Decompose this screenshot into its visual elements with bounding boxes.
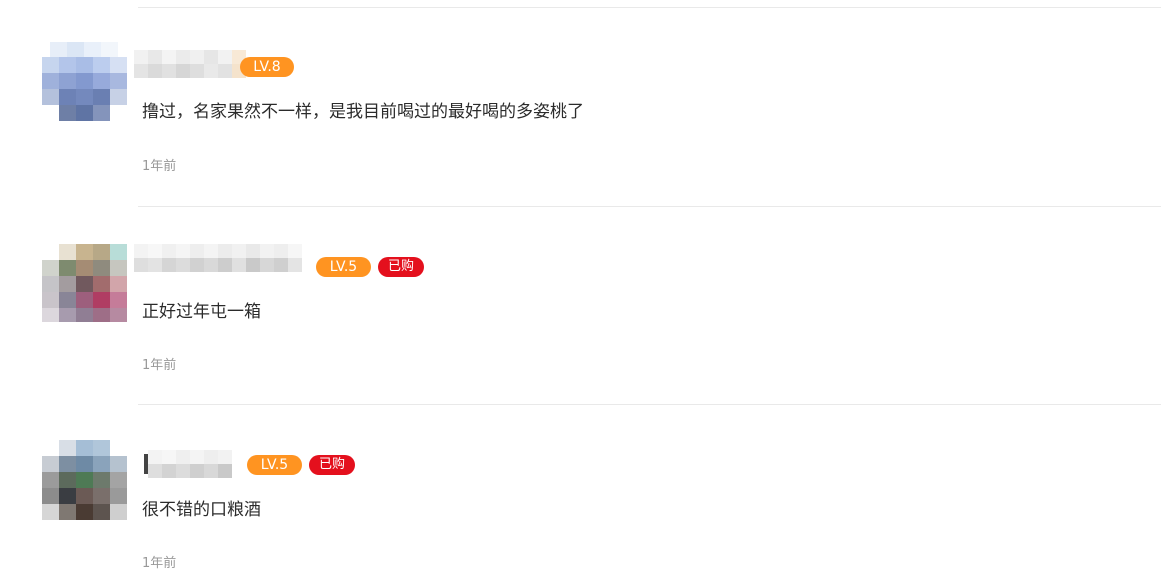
comment-divider [138, 404, 1161, 405]
avatar[interactable] [42, 436, 130, 524]
comment-item: LV.5 已购 很不错的口粮酒 1年前 [0, 0, 1161, 571]
purchased-badge: 已购 [309, 455, 355, 475]
avatar[interactable] [42, 238, 130, 326]
purchased-badge: 已购 [378, 257, 424, 277]
comment-divider [138, 206, 1161, 207]
comment-time: 1年前 [142, 556, 177, 571]
level-badge: LV.5 [247, 455, 302, 475]
username-blurred[interactable] [132, 244, 306, 276]
comment-time: 1年前 [142, 358, 177, 373]
username-blurred[interactable] [140, 450, 240, 482]
level-badge: LV.5 [316, 257, 371, 277]
comment-text: 很不错的口粮酒 [142, 500, 261, 520]
comment-text: 正好过年屯一箱 [142, 302, 261, 322]
